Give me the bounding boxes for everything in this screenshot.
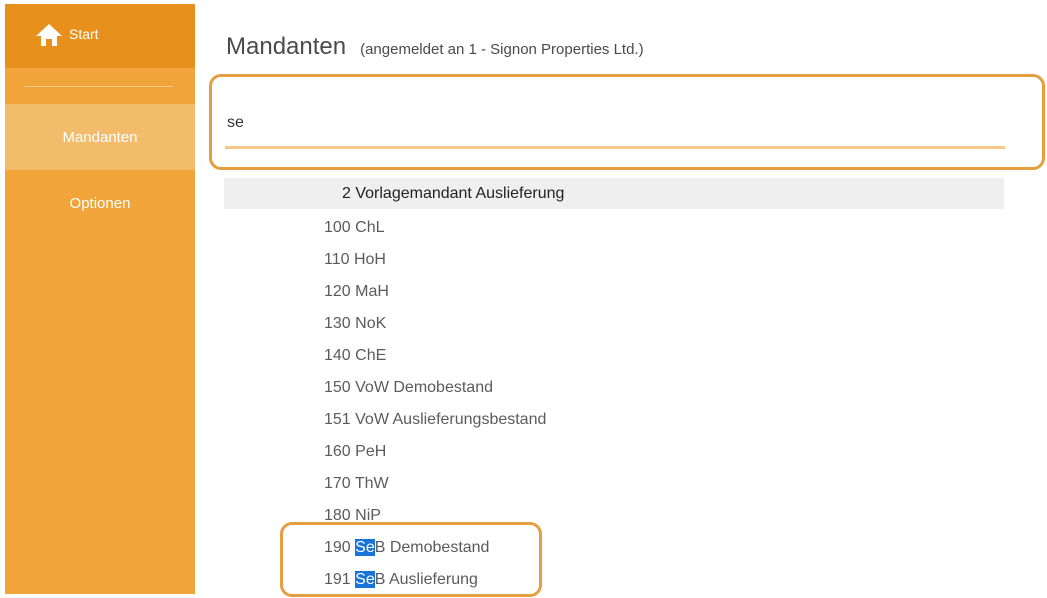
search-input[interactable]: [225, 109, 1009, 137]
list-item[interactable]: 130 NoK: [324, 308, 546, 340]
list-item[interactable]: 151 VoW Auslieferungsbestand: [324, 404, 546, 436]
page-title: Mandanten (angemeldet an 1 - Signon Prop…: [226, 33, 644, 61]
search-box: [209, 74, 1045, 170]
selected-item-label: 2 Vorlagemandant Auslieferung: [342, 185, 565, 202]
sidebar-item-label: Optionen: [69, 194, 131, 212]
list-item-match[interactable]: 190 SeB Demobestand: [324, 532, 546, 564]
list-item[interactable]: 140 ChE: [324, 340, 546, 372]
item-text: 190: [324, 539, 356, 556]
sidebar-item-mandanten[interactable]: Mandanten: [5, 104, 195, 170]
sidebar-item-label: Mandanten: [62, 128, 138, 146]
list-item[interactable]: 120 MaH: [324, 276, 546, 308]
selected-list-item[interactable]: 2 Vorlagemandant Auslieferung: [224, 178, 1004, 209]
start-label: Start: [69, 26, 99, 42]
search-match-highlight: Se: [355, 539, 375, 556]
sidebar-divider: [25, 86, 173, 87]
page-title-main: Mandanten: [226, 33, 347, 60]
list-item[interactable]: 170 ThW: [324, 468, 546, 500]
start-button[interactable]: Start: [5, 4, 195, 68]
search-underline: [225, 146, 1005, 149]
list-item[interactable]: 100 ChL: [324, 212, 546, 244]
list-item[interactable]: 150 VoW Demobestand: [324, 372, 546, 404]
item-text: B Demobestand: [374, 539, 490, 556]
sidebar: Start Mandanten Optionen: [5, 4, 195, 594]
list-item[interactable]: 160 PeH: [324, 436, 546, 468]
sidebar-item-optionen[interactable]: Optionen: [5, 170, 195, 236]
mandanten-list: 100 ChL 110 HoH 120 MaH 130 NoK 140 ChE …: [324, 212, 546, 596]
page-subtitle: (angemeldet an 1 - Signon Properties Ltd…: [360, 41, 644, 58]
item-text: 191: [324, 571, 356, 588]
item-text: B Auslieferung: [374, 571, 478, 588]
search-match-highlight: Se: [355, 571, 375, 588]
list-item[interactable]: 110 HoH: [324, 244, 546, 276]
home-icon: [35, 24, 63, 52]
list-item[interactable]: 180 NiP: [324, 500, 546, 532]
list-item-match[interactable]: 191 SeB Auslieferung: [324, 564, 546, 596]
